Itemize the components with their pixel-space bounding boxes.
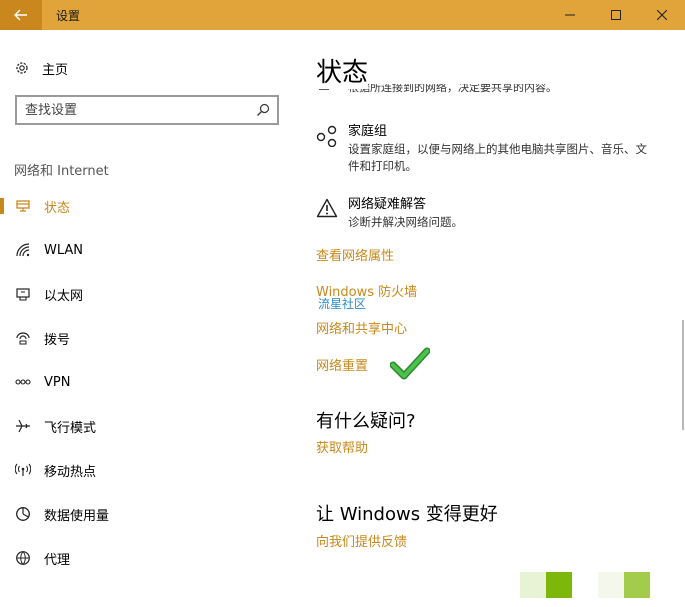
- sidebar-item-label: 数据使用量: [44, 508, 110, 524]
- back-button[interactable]: [0, 0, 42, 30]
- view-network-properties-link[interactable]: 查看网络属性: [316, 245, 394, 264]
- sidebar-item-label: 状态: [44, 200, 71, 216]
- sidebar-item-dialup[interactable]: 拨号: [0, 316, 295, 360]
- sidebar-item-proxy[interactable]: 代理: [0, 536, 295, 580]
- airplane-icon: [15, 418, 31, 434]
- sidebar-item-status[interactable]: 状态: [0, 184, 295, 228]
- gear-icon: [16, 62, 28, 74]
- sidebar-item-data-usage[interactable]: 数据使用量: [0, 492, 295, 536]
- homegroup-title: 家庭组: [348, 124, 388, 139]
- checkmark-icon: [390, 347, 430, 380]
- section-label: 网络和 Internet: [14, 164, 109, 179]
- wifi-icon: [15, 242, 31, 258]
- square-mid: [624, 572, 650, 598]
- get-help-link[interactable]: 获取帮助: [316, 437, 368, 456]
- network-sharing-center-link[interactable]: 网络和共享中心: [316, 318, 407, 337]
- search-icon[interactable]: [249, 103, 277, 117]
- square-dark: [546, 572, 572, 598]
- sidebar-item-label: 拨号: [44, 332, 71, 348]
- homegroup-option[interactable]: 家庭组 设置家庭组，以便与网络上的其他电脑共享图片、音乐、文件和打印机。: [316, 123, 648, 175]
- troubleshoot-title: 网络疑难解答: [348, 197, 427, 212]
- back-arrow-icon: [14, 9, 27, 21]
- clipped-option: 根据所连接到的网络，决定要共享的内容。: [316, 84, 676, 98]
- watermark-text: 流星社区: [318, 297, 367, 311]
- home-label: 主页: [42, 62, 69, 78]
- search-box[interactable]: [15, 95, 279, 125]
- status-icon: [15, 198, 31, 214]
- search-input[interactable]: [17, 102, 249, 118]
- title-bar: 设置: [0, 0, 685, 30]
- network-reset-link[interactable]: 网络重置: [316, 355, 368, 374]
- square-light: [520, 572, 546, 598]
- sidebar-item-ethernet[interactable]: 以太网: [0, 272, 295, 316]
- sidebar-item-label: 代理: [44, 552, 71, 568]
- clipped-description: 根据所连接到的网络，决定要共享的内容。: [348, 84, 557, 94]
- dialup-icon: [15, 330, 31, 346]
- proxy-icon: [15, 550, 31, 566]
- troubleshoot-option[interactable]: 网络疑难解答 诊断并解决网络问题。: [316, 196, 648, 231]
- home-nav-item[interactable]: 主页: [14, 58, 68, 78]
- sidebar-item-vpn[interactable]: VPN: [0, 360, 295, 404]
- minimize-icon: [565, 14, 575, 16]
- homegroup-icon: [316, 123, 340, 175]
- sidebar-item-label: 飞行模式: [44, 420, 97, 436]
- ethernet-icon: [15, 286, 31, 302]
- data-usage-icon: [15, 506, 31, 522]
- warning-icon: [316, 196, 340, 231]
- sidebar-item-wlan[interactable]: WLAN: [0, 228, 295, 272]
- nav-list: 状态 WLAN 以太网 拨号 VPN 飞行模式 移动热点 数据使用量 代理: [0, 184, 295, 580]
- sidebar-item-hotspot[interactable]: 移动热点: [0, 448, 295, 492]
- questions-heading: 有什么疑问?: [316, 411, 416, 432]
- hotspot-icon: [15, 462, 31, 478]
- window-title: 设置: [56, 8, 81, 23]
- square-pale: [598, 572, 624, 598]
- vpn-icon: [15, 374, 31, 390]
- sidebar-item-label: 以太网: [44, 288, 84, 304]
- window-controls: [547, 0, 685, 30]
- watermark-squares: [520, 572, 650, 598]
- close-button[interactable]: [639, 0, 685, 30]
- troubleshoot-description: 诊断并解决网络问题。: [348, 215, 463, 229]
- sidebar-item-airplane[interactable]: 飞行模式: [0, 404, 295, 448]
- feedback-link[interactable]: 向我们提供反馈: [316, 531, 407, 550]
- sidebar-item-label: VPN: [44, 374, 71, 390]
- scrollbar[interactable]: [682, 320, 684, 430]
- maximize-icon: [611, 10, 621, 20]
- improve-windows-heading: 让 Windows 变得更好: [316, 504, 498, 525]
- close-icon: [657, 10, 667, 20]
- sidebar-item-label: 移动热点: [44, 464, 97, 480]
- page-title: 状态: [316, 52, 369, 89]
- sidebar: 主页 网络和 Internet 状态 WLAN: [0, 30, 295, 607]
- minimize-button[interactable]: [547, 0, 593, 30]
- homegroup-description: 设置家庭组，以便与网络上的其他电脑共享图片、音乐、文件和打印机。: [348, 142, 647, 173]
- maximize-button[interactable]: [593, 0, 639, 30]
- sidebar-item-label: WLAN: [44, 242, 84, 258]
